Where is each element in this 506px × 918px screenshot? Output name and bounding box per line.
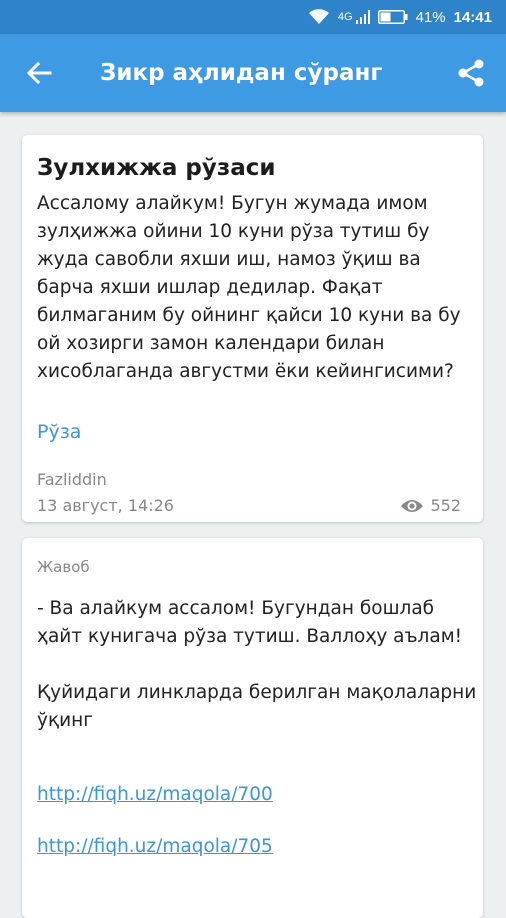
answer-body: - Ва алайкум ассалом! Бугундан бошлаб ҳа… bbox=[37, 595, 477, 735]
app-bar: Зикр аҳлидан сўранг bbox=[0, 34, 506, 112]
answer-paragraph: Қуйидаги линкларда берилган мақолаларни … bbox=[37, 682, 477, 731]
arrow-left-icon bbox=[26, 61, 52, 85]
page-title: Зикр аҳлидан сўранг bbox=[100, 60, 383, 86]
author-name: Fazliddin bbox=[37, 470, 107, 489]
answer-card: Жавоб - Ва алайкум ассалом! Бугундан бош… bbox=[22, 538, 483, 918]
clock: 14:41 bbox=[453, 8, 492, 26]
question-title: Зулхижжа рўзаси bbox=[37, 155, 276, 181]
view-count-value: 552 bbox=[430, 496, 461, 515]
eye-icon bbox=[401, 499, 424, 512]
question-body: Ассалому алайкум! Бугун жумада имом зулҳ… bbox=[37, 193, 461, 382]
view-count: 552 bbox=[400, 496, 461, 515]
question-card: Зулхижжа рўзаси Ассалому алайкум! Бугун … bbox=[22, 135, 483, 522]
battery-icon bbox=[377, 10, 408, 24]
article-link[interactable]: http://fiqh.uz/maqola/705 bbox=[37, 836, 273, 857]
answer-paragraph: - Ва алайкум ассалом! Бугундан бошлаб ҳа… bbox=[37, 598, 463, 647]
battery-percent: 41% bbox=[415, 8, 446, 26]
wifi-icon bbox=[308, 9, 330, 25]
share-button[interactable] bbox=[452, 54, 490, 92]
signal-icon bbox=[355, 10, 370, 24]
back-button[interactable] bbox=[20, 54, 58, 92]
category-tag[interactable]: Рўза bbox=[37, 421, 81, 443]
status-bar: 4G 41% 14:41 bbox=[0, 0, 506, 34]
article-link[interactable]: http://fiqh.uz/maqola/700 bbox=[37, 784, 273, 805]
post-date: 13 август, 14:26 bbox=[37, 496, 174, 515]
share-icon bbox=[458, 59, 484, 87]
network-type: 4G bbox=[337, 11, 353, 23]
answer-label: Жавоб bbox=[37, 558, 90, 576]
